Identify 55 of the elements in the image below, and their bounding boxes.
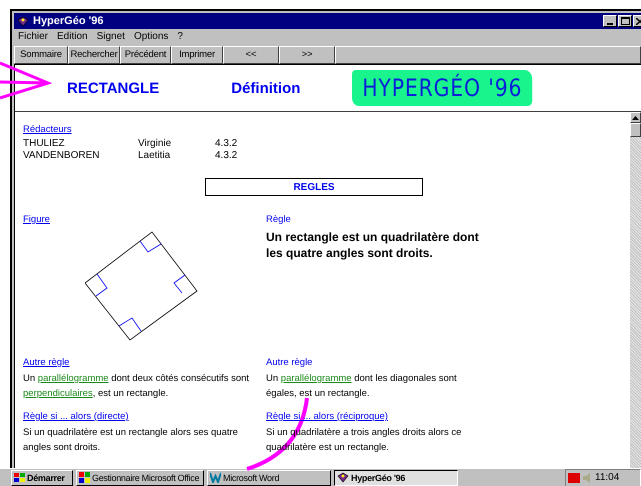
term-link[interactable]: parallélogramme <box>38 373 109 384</box>
rule-link[interactable]: Règle si ... alors (directe) <box>23 411 129 422</box>
menu-item[interactable]: Options <box>134 31 168 42</box>
clock: 11:04 <box>595 472 620 483</box>
annotation-arrow <box>0 62 52 100</box>
menu-item[interactable]: Signet <box>96 31 125 42</box>
version-number: 4.3.2 <box>215 150 238 162</box>
version-number: 4.3.2 <box>215 138 238 150</box>
maximize-button[interactable] <box>618 15 632 27</box>
start-button[interactable]: Démarrer <box>11 470 73 486</box>
toolbar-button[interactable]: Imprimer <box>171 46 223 64</box>
term-link[interactable]: parallélogramme <box>280 373 352 384</box>
office-icon <box>79 472 90 483</box>
toolbar-button[interactable]: Précédent <box>120 46 171 64</box>
rule-label: Règle <box>266 214 291 225</box>
rule-link[interactable]: Autre règle <box>23 357 70 368</box>
rule-link[interactable]: Règle si ... alors (réciproque) <box>266 411 388 422</box>
page-title: RECTANGLE <box>67 80 160 96</box>
speaker-icon <box>583 472 592 482</box>
author-last-name: VANDENBOREN <box>23 150 100 162</box>
toolbar-button[interactable]: << <box>223 46 279 64</box>
taskbar-button[interactable]: Gestionnaire Microsoft Office <box>76 470 204 486</box>
taskbar-button[interactable]: HyperGéo '96 <box>334 470 458 486</box>
minimize-button[interactable] <box>603 15 617 27</box>
scrollbar[interactable] <box>630 112 641 468</box>
term-link[interactable]: perpendiculaires <box>23 388 93 399</box>
figure-link[interactable]: Figure <box>23 214 50 225</box>
rule-label: Autre règle <box>266 357 312 368</box>
windows-logo-icon <box>14 472 25 482</box>
scrollbar-thumb[interactable] <box>630 123 641 137</box>
rule-text: Un rectangle est un quadrilatère dont les quatre angles sont droits. <box>266 229 480 261</box>
menu-item[interactable]: ? <box>177 31 183 42</box>
menu-item[interactable]: Fichier <box>18 31 48 42</box>
taskbar-button[interactable]: Microsoft Word <box>207 470 331 486</box>
toolbar-button[interactable]: >> <box>279 46 335 64</box>
author-last-name: THULIEZ <box>23 138 66 150</box>
up-arrow-icon <box>632 116 639 120</box>
word-icon <box>210 472 221 483</box>
section-title: Définition <box>231 80 300 96</box>
rule-paragraph: Si un quadrilatère est un rectangle alors ses quatre angles sont droits. <box>23 426 239 455</box>
rule-paragraph: Un parallélogramme dont deux côtés consécutifs sont perpendiculaires, est un rectangle. <box>23 372 250 401</box>
menu-item[interactable]: Edition <box>57 31 88 42</box>
author-first-name: Laetitia <box>138 150 172 162</box>
rules-heading: REGLES <box>205 178 423 196</box>
author-first-name: Virginie <box>138 138 172 150</box>
book-icon <box>17 16 29 26</box>
tray-icon <box>568 472 580 482</box>
toolbar-button[interactable]: Rechercher <box>68 46 120 64</box>
window-title: HyperGéo '96 <box>33 15 104 27</box>
toolbar-button[interactable]: Sommaire <box>14 46 68 64</box>
book-icon <box>337 472 349 483</box>
logo: HYPERGÉO '96 <box>352 70 533 106</box>
authors-link[interactable]: Rédacteurs <box>23 124 72 135</box>
maximize-icon <box>620 17 630 25</box>
rule-paragraph: Un parallélogramme dont les diagonales sont égales, est un rectangle. <box>266 372 458 401</box>
